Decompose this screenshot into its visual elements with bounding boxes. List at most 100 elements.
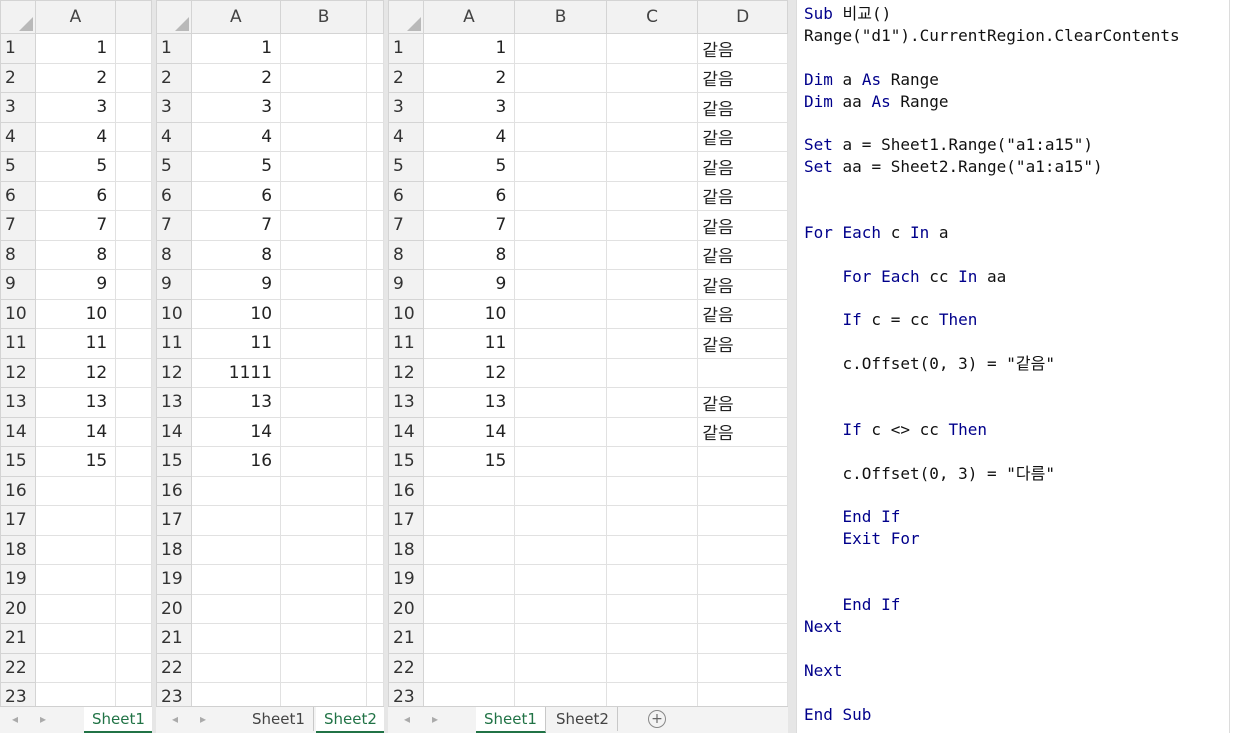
cell-a[interactable]	[422, 623, 516, 654]
cell-a[interactable]	[422, 475, 516, 506]
cell-b[interactable]	[514, 92, 607, 123]
row-header[interactable]: 10	[0, 298, 36, 329]
cell-b[interactable]	[514, 269, 607, 300]
cell-a[interactable]	[190, 475, 282, 506]
cell-blank[interactable]	[365, 180, 384, 211]
cell-a[interactable]	[422, 534, 516, 565]
cell-c[interactable]	[605, 505, 699, 536]
cell-d[interactable]	[697, 623, 788, 654]
cell-blank[interactable]	[365, 416, 384, 447]
cell-a[interactable]	[422, 564, 516, 595]
row-header[interactable]: 2	[0, 62, 36, 93]
tab-sheet2[interactable]: Sheet2	[548, 707, 618, 731]
cell-c[interactable]	[605, 92, 699, 123]
cell-a[interactable]	[34, 505, 117, 536]
row-header[interactable]: 5	[0, 151, 36, 182]
tab-sheet1[interactable]: Sheet1	[84, 707, 152, 733]
cell-b[interactable]	[280, 387, 367, 418]
cell-c[interactable]	[605, 239, 699, 270]
cell-b[interactable]	[514, 210, 607, 241]
row-header[interactable]: 11	[0, 328, 36, 359]
row-header[interactable]: 19	[388, 564, 424, 595]
row-header[interactable]: 12	[156, 357, 192, 388]
row-header[interactable]: 9	[0, 269, 36, 300]
cell-blank[interactable]	[115, 62, 152, 93]
select-all-corner[interactable]	[388, 0, 424, 34]
cell-blank[interactable]	[115, 387, 152, 418]
select-all-corner[interactable]	[156, 0, 192, 34]
cell-blank[interactable]	[365, 151, 384, 182]
cell-b[interactable]	[514, 475, 607, 506]
row-header[interactable]: 13	[388, 387, 424, 418]
cell-a[interactable]	[34, 593, 117, 624]
cell-blank[interactable]	[115, 33, 152, 64]
cell-a[interactable]: 13	[422, 387, 516, 418]
row-header[interactable]: 22	[156, 652, 192, 683]
column-header-b[interactable]: B	[280, 0, 367, 34]
cell-a[interactable]	[422, 505, 516, 536]
cell-b[interactable]	[280, 416, 367, 447]
cell-blank[interactable]	[115, 92, 152, 123]
cell-b[interactable]	[280, 505, 367, 536]
cell-c[interactable]	[605, 416, 699, 447]
cell-b[interactable]	[280, 151, 367, 182]
cell-b[interactable]	[514, 387, 607, 418]
cell-b[interactable]	[280, 269, 367, 300]
cell-blank[interactable]	[115, 593, 152, 624]
cell-a[interactable]: 4	[34, 121, 117, 152]
cell-a[interactable]: 11	[422, 328, 516, 359]
cell-b[interactable]	[514, 593, 607, 624]
cell-blank[interactable]	[115, 652, 152, 683]
cell-a[interactable]	[190, 505, 282, 536]
cell-c[interactable]	[605, 180, 699, 211]
cell-a[interactable]	[34, 475, 117, 506]
cell-a[interactable]: 1	[422, 33, 516, 64]
cell-blank[interactable]	[115, 239, 152, 270]
cell-blank[interactable]	[365, 210, 384, 241]
cell-a[interactable]: 3	[190, 92, 282, 123]
cell-a[interactable]: 6	[422, 180, 516, 211]
cell-blank[interactable]	[365, 269, 384, 300]
row-header[interactable]: 11	[156, 328, 192, 359]
cell-b[interactable]	[280, 121, 367, 152]
cell-d[interactable]: 같음	[697, 239, 788, 270]
row-header[interactable]: 19	[156, 564, 192, 595]
row-header[interactable]: 8	[0, 239, 36, 270]
row-header[interactable]: 22	[0, 652, 36, 683]
cell-a[interactable]: 7	[34, 210, 117, 241]
tab-sheet1[interactable]: Sheet1	[476, 707, 546, 733]
row-header[interactable]: 16	[0, 475, 36, 506]
cell-blank[interactable]	[365, 33, 384, 64]
cell-blank[interactable]	[115, 210, 152, 241]
cell-a[interactable]: 3	[34, 92, 117, 123]
cell-blank[interactable]	[115, 328, 152, 359]
cell-a[interactable]: 1	[190, 33, 282, 64]
cell-b[interactable]	[280, 534, 367, 565]
cell-b[interactable]	[514, 564, 607, 595]
cell-a[interactable]: 4	[190, 121, 282, 152]
row-header[interactable]: 4	[388, 121, 424, 152]
cell-blank[interactable]	[365, 357, 384, 388]
tab-next-icon[interactable]: ▸	[432, 712, 438, 726]
cell-a[interactable]: 9	[190, 269, 282, 300]
cell-b[interactable]	[514, 357, 607, 388]
row-header[interactable]: 17	[156, 505, 192, 536]
cell-b[interactable]	[280, 623, 367, 654]
cell-a[interactable]: 10	[34, 298, 117, 329]
cell-b[interactable]	[514, 239, 607, 270]
cell-a[interactable]: 3	[422, 92, 516, 123]
cell-blank[interactable]	[115, 446, 152, 477]
row-header[interactable]: 21	[156, 623, 192, 654]
cell-c[interactable]	[605, 121, 699, 152]
cell-c[interactable]	[605, 623, 699, 654]
cell-d[interactable]: 같음	[697, 151, 788, 182]
cell-d[interactable]: 같음	[697, 210, 788, 241]
cell-d[interactable]: 같음	[697, 328, 788, 359]
add-sheet-icon[interactable]: +	[648, 710, 666, 728]
row-header[interactable]: 15	[388, 446, 424, 477]
cell-a[interactable]: 5	[190, 151, 282, 182]
cell-d[interactable]: 같음	[697, 180, 788, 211]
cell-a[interactable]: 15	[34, 446, 117, 477]
cell-d[interactable]: 같음	[697, 269, 788, 300]
row-header[interactable]: 21	[0, 623, 36, 654]
